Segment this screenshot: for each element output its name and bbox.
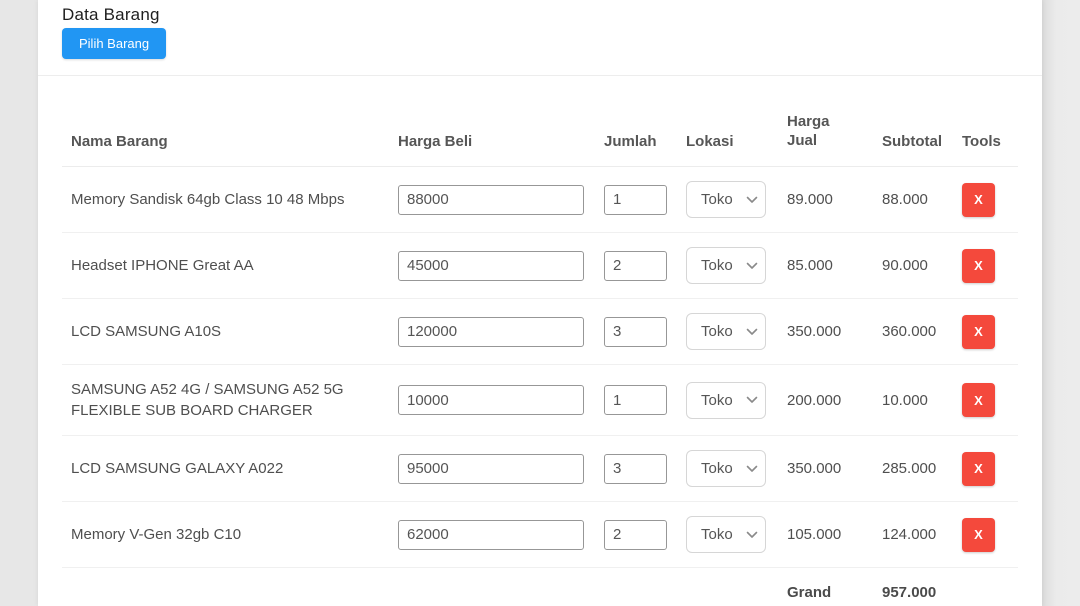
lokasi-select[interactable]: Toko	[686, 247, 766, 284]
harga-jual-value: 350.000	[787, 299, 882, 365]
header-subtotal: Subtotal	[882, 76, 962, 167]
delete-row-button[interactable]: X	[962, 183, 995, 217]
harga-jual-value: 85.000	[787, 233, 882, 299]
subtotal-value: 10.000	[882, 365, 962, 436]
table-footer: Grand Total : 957.000	[62, 568, 1018, 606]
header-tools: Tools	[962, 76, 1018, 167]
lokasi-select[interactable]: Toko	[686, 450, 766, 487]
header-jumlah: Jumlah	[604, 76, 686, 167]
item-name: Headset IPHONE Great AA	[62, 233, 398, 299]
card-header: Data Barang Pilih Barang	[38, 0, 1042, 76]
table-row: SAMSUNG A52 4G / SAMSUNG A52 5G FLEXIBLE…	[62, 365, 1018, 436]
goods-table: Nama Barang Harga Beli Jumlah Lokasi Har…	[62, 76, 1018, 606]
delete-row-button[interactable]: X	[962, 383, 995, 417]
delete-row-button[interactable]: X	[962, 518, 995, 552]
lokasi-select-wrap: Toko	[686, 450, 766, 487]
harga-jual-value: 200.000	[787, 365, 882, 436]
lokasi-select-wrap: Toko	[686, 247, 766, 284]
table-row: LCD SAMSUNG GALAXY A022 Toko 350.000 285…	[62, 436, 1018, 502]
page: Data Barang Pilih Barang Nama Barang Har…	[0, 0, 1080, 606]
delete-row-button[interactable]: X	[962, 249, 995, 283]
jumlah-input[interactable]	[604, 520, 667, 550]
header-lokasi: Lokasi	[686, 76, 787, 167]
item-name: LCD SAMSUNG GALAXY A022	[62, 436, 398, 502]
subtotal-value: 88.000	[882, 167, 962, 233]
table-row: Memory Sandisk 64gb Class 10 48 Mbps Tok…	[62, 167, 1018, 233]
harga-beli-input[interactable]	[398, 385, 584, 415]
data-barang-card: Data Barang Pilih Barang Nama Barang Har…	[38, 0, 1042, 606]
harga-beli-input[interactable]	[398, 454, 584, 484]
pilih-barang-button[interactable]: Pilih Barang	[62, 28, 166, 59]
jumlah-input[interactable]	[604, 454, 667, 484]
jumlah-input[interactable]	[604, 185, 667, 215]
delete-row-button[interactable]: X	[962, 452, 995, 486]
page-gutter-left	[0, 0, 38, 606]
subtotal-value: 124.000	[882, 502, 962, 568]
item-name: SAMSUNG A52 4G / SAMSUNG A52 5G FLEXIBLE…	[62, 365, 398, 436]
harga-jual-value: 350.000	[787, 436, 882, 502]
grand-total-label: Grand Total :	[787, 568, 882, 606]
jumlah-input[interactable]	[604, 385, 667, 415]
page-title: Data Barang	[62, 5, 1018, 25]
item-name: Memory V-Gen 32gb C10	[62, 502, 398, 568]
jumlah-input[interactable]	[604, 251, 667, 281]
header-nama-barang: Nama Barang	[62, 76, 398, 167]
lokasi-select-wrap: Toko	[686, 382, 766, 419]
harga-beli-input[interactable]	[398, 520, 584, 550]
lokasi-select-wrap: Toko	[686, 516, 766, 553]
lokasi-select-wrap: Toko	[686, 313, 766, 350]
delete-row-button[interactable]: X	[962, 315, 995, 349]
harga-beli-input[interactable]	[398, 251, 584, 281]
harga-jual-value: 89.000	[787, 167, 882, 233]
lokasi-select[interactable]: Toko	[686, 382, 766, 419]
harga-jual-value: 105.000	[787, 502, 882, 568]
lokasi-select-wrap: Toko	[686, 181, 766, 218]
table-row: LCD SAMSUNG A10S Toko 350.000 360.000 X	[62, 299, 1018, 365]
jumlah-input[interactable]	[604, 317, 667, 347]
lokasi-select[interactable]: Toko	[686, 181, 766, 218]
card-body: Nama Barang Harga Beli Jumlah Lokasi Har…	[38, 76, 1042, 606]
page-gutter-right	[1042, 0, 1080, 606]
subtotal-value: 360.000	[882, 299, 962, 365]
table-header: Nama Barang Harga Beli Jumlah Lokasi Har…	[62, 76, 1018, 167]
header-harga-jual: Harga Jual	[787, 76, 882, 167]
item-name: Memory Sandisk 64gb Class 10 48 Mbps	[62, 167, 398, 233]
table-row: Headset IPHONE Great AA Toko 85.000 90.0…	[62, 233, 1018, 299]
header-harga-beli: Harga Beli	[398, 76, 604, 167]
item-name: LCD SAMSUNG A10S	[62, 299, 398, 365]
harga-beli-input[interactable]	[398, 185, 584, 215]
subtotal-value: 285.000	[882, 436, 962, 502]
lokasi-select[interactable]: Toko	[686, 516, 766, 553]
table-row: Memory V-Gen 32gb C10 Toko 105.000 124.0…	[62, 502, 1018, 568]
lokasi-select[interactable]: Toko	[686, 313, 766, 350]
harga-beli-input[interactable]	[398, 317, 584, 347]
table-body: Memory Sandisk 64gb Class 10 48 Mbps Tok…	[62, 167, 1018, 568]
subtotal-value: 90.000	[882, 233, 962, 299]
grand-total-row: Grand Total : 957.000	[62, 568, 1018, 606]
grand-total-value: 957.000	[882, 568, 962, 606]
